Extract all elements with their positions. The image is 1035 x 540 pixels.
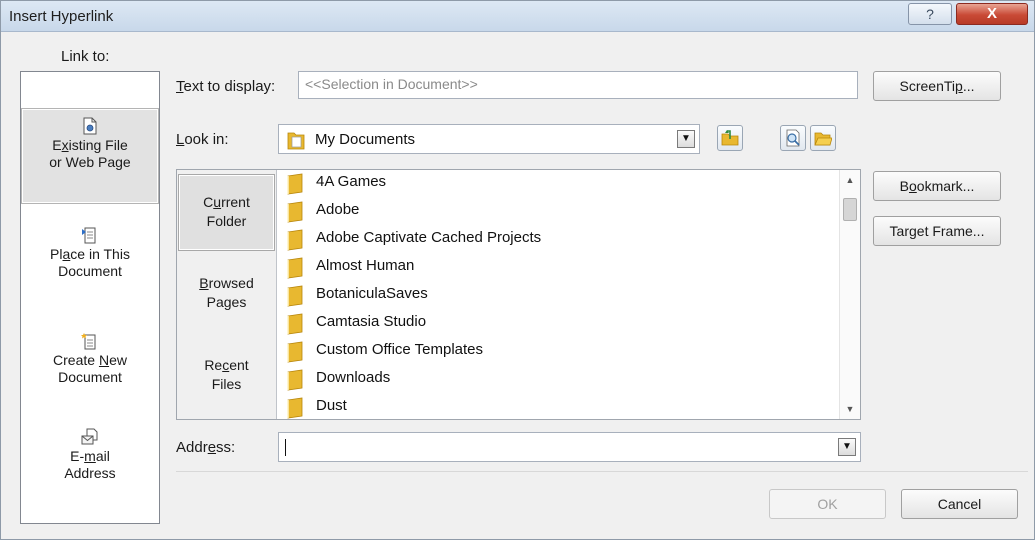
look-in-combo[interactable]: My Documents ▼ xyxy=(278,124,700,154)
scrollbar-thumb[interactable] xyxy=(843,198,857,221)
link-to-create-new-document[interactable]: Create New Document xyxy=(21,324,159,404)
separator xyxy=(176,471,1028,472)
bookmark-button[interactable]: Bookmark... xyxy=(873,171,1001,201)
link-to-label: Link to: xyxy=(61,48,110,65)
ok-button[interactable]: OK xyxy=(769,489,886,519)
browse-web-button[interactable] xyxy=(780,125,806,151)
text-to-display-label: Text to display: xyxy=(176,78,276,95)
browse-nav: Current Folder Browsed Pages Recent File… xyxy=(177,170,277,419)
title-bar: Insert Hyperlink ? X xyxy=(1,1,1034,32)
folder-icon xyxy=(287,313,303,335)
screentip-button[interactable]: ScreenTip... xyxy=(873,71,1001,101)
my-documents-folder-icon xyxy=(287,132,305,150)
create-new-document-icon xyxy=(81,333,96,350)
scroll-down-arrow-icon[interactable]: ▼ xyxy=(840,399,860,419)
open-folder-icon xyxy=(814,132,832,146)
link-to-place-in-document[interactable]: Place in This Document xyxy=(21,218,159,298)
text-to-display-field[interactable]: <<Selection in Document>> xyxy=(298,71,858,99)
target-frame-button[interactable]: Target Frame... xyxy=(873,216,1001,246)
recent-files-tab[interactable]: Recent Files xyxy=(178,342,275,412)
current-folder-tab[interactable]: Current Folder xyxy=(178,174,275,251)
chevron-down-icon[interactable]: ▼ xyxy=(838,438,856,456)
place-in-document-icon xyxy=(82,227,96,244)
folder-icon xyxy=(287,201,303,223)
link-to-existing-file[interactable]: Existing File or Web Page xyxy=(21,108,159,204)
browse-file-button[interactable] xyxy=(810,125,836,151)
close-button[interactable]: X xyxy=(956,3,1028,25)
scroll-up-arrow-icon[interactable]: ▲ xyxy=(840,170,860,190)
existing-file-icon xyxy=(83,117,97,135)
browse-web-icon xyxy=(786,129,800,147)
cancel-button[interactable]: Cancel xyxy=(901,489,1018,519)
link-to-panel: Existing File or Web Page Place in This … xyxy=(20,71,160,524)
browsed-pages-tab[interactable]: Browsed Pages xyxy=(178,260,275,330)
up-folder-icon xyxy=(721,130,739,146)
file-list-scrollbar[interactable]: ▲ ▼ xyxy=(839,170,860,419)
folder-icon xyxy=(287,369,303,391)
dialog-title: Insert Hyperlink xyxy=(9,8,114,25)
folder-icon xyxy=(287,229,303,251)
link-to-email-address[interactable]: E-mail Address xyxy=(21,420,159,500)
chevron-down-icon[interactable]: ▼ xyxy=(677,130,695,148)
folder-icon xyxy=(287,257,303,279)
folder-icon xyxy=(287,397,303,419)
up-one-folder-button[interactable] xyxy=(717,125,743,151)
look-in-label: Look in: xyxy=(176,131,229,148)
help-button[interactable]: ? xyxy=(908,3,952,25)
file-list[interactable]: 4A Games Adobe Adobe Captivate Cached Pr… xyxy=(278,170,839,419)
email-address-icon xyxy=(81,428,98,445)
folder-icon xyxy=(287,341,303,363)
folder-icon xyxy=(287,285,303,307)
text-caret xyxy=(285,439,286,456)
browse-area: Current Folder Browsed Pages Recent File… xyxy=(176,169,861,420)
address-label: Address: xyxy=(176,439,236,456)
address-combo[interactable]: ▼ xyxy=(278,432,861,462)
folder-icon xyxy=(287,173,303,195)
insert-hyperlink-dialog: Insert Hyperlink ? X Link to: Existing F… xyxy=(0,0,1035,540)
